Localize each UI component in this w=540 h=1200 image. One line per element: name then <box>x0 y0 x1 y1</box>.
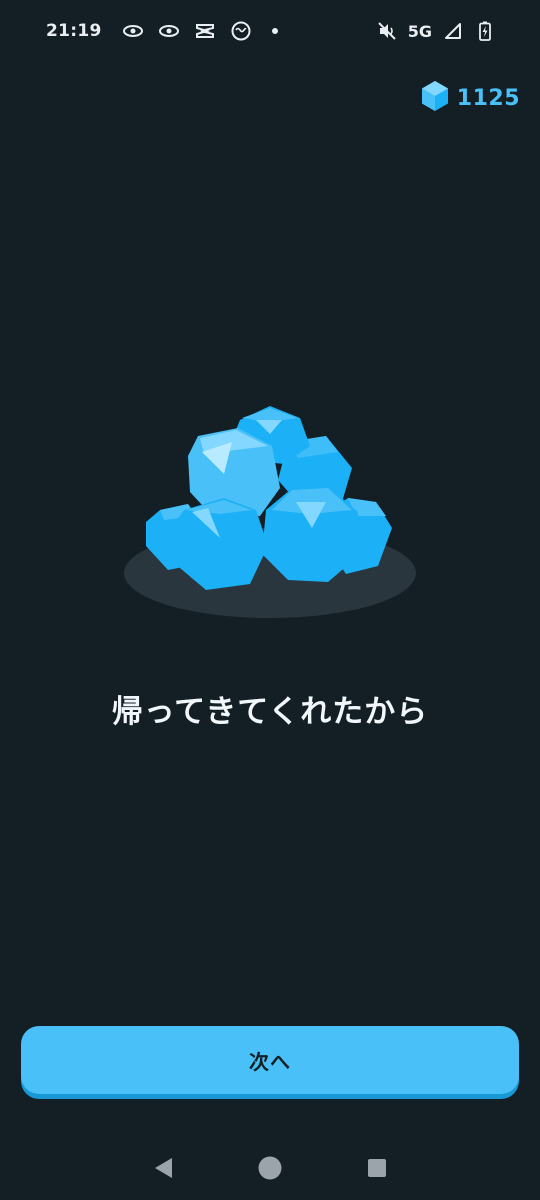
eye-icon <box>122 20 144 42</box>
notification-dot <box>271 28 278 34</box>
nav-bar <box>0 1136 540 1200</box>
gem-count: 1125 <box>456 85 520 111</box>
signal-icon <box>442 20 464 42</box>
gem-icon <box>421 80 449 116</box>
gem-front-right <box>262 488 358 582</box>
status-time: 21:19 <box>46 21 102 41</box>
mute-icon <box>376 20 398 42</box>
status-right: 5G <box>376 20 496 42</box>
capcut-icon <box>194 20 216 42</box>
screen: 21:19 5G 1125 帰ってきてくれたから 次へ <box>0 0 540 1200</box>
gem-pile-icon <box>120 398 420 628</box>
status-bar: 21:19 5G <box>0 0 540 62</box>
back-icon[interactable] <box>143 1148 183 1188</box>
message-title: 帰ってきてくれたから <box>111 694 429 730</box>
status-left: 21:19 <box>46 20 278 42</box>
home-icon[interactable] <box>250 1148 290 1188</box>
battery-charging-icon <box>474 20 496 42</box>
recents-icon[interactable] <box>357 1148 397 1188</box>
next-button-label: 次へ <box>249 1049 291 1074</box>
eye-icon <box>158 20 180 42</box>
gem-counter[interactable]: 1125 <box>421 80 520 116</box>
face-icon <box>230 20 252 42</box>
network-label: 5G <box>407 21 432 41</box>
next-button[interactable]: 次へ <box>21 1026 519 1094</box>
